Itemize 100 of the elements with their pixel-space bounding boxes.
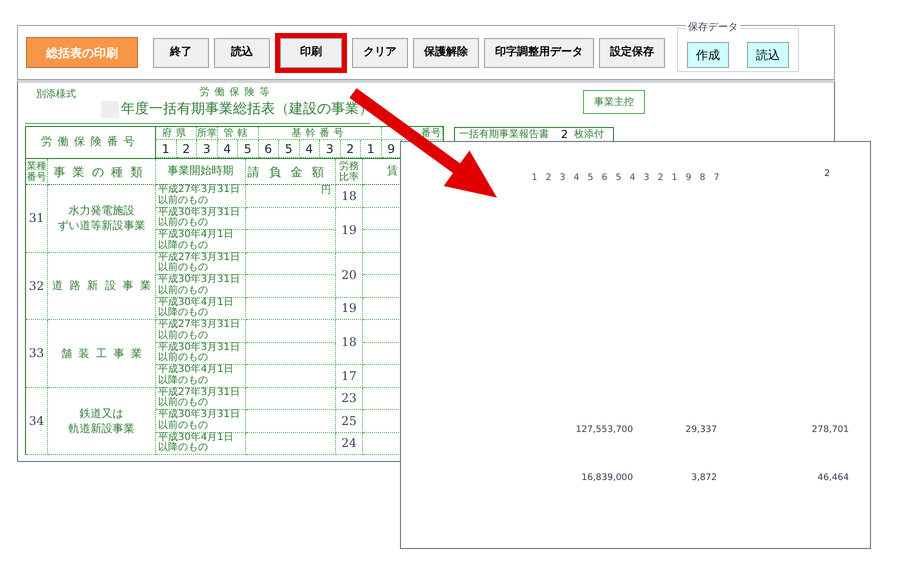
start-date: 平成30年4月1日 [158,298,234,308]
industry-number: 31 [28,210,44,228]
toolbar-button[interactable]: クリア [352,38,408,68]
preview-digit: 1 [671,172,678,185]
copy-button[interactable]: 事業主控 [583,90,645,114]
preview-value: 29,337 [684,424,717,436]
digit-cell: 3 [320,140,340,158]
labor-rate: 25 [341,412,357,430]
report-label: 一括有期事業報告書 [459,129,549,141]
column-header: 労務比率 [339,160,359,182]
start-date: 平成27年3月31日 [158,252,241,263]
column-header: 請負金額 [247,164,334,180]
business-type: 軌道新設事業 [68,420,134,436]
start-note: 以前のもの [158,196,209,206]
start-note: 以降のもの [158,240,209,252]
sheet-heading: 労働保険等 [200,86,274,99]
labor-rate: 24 [341,435,357,452]
labor-rate: 23 [341,390,357,408]
report-count: 2 [561,129,568,141]
toolbar-button[interactable]: 終了 [153,38,209,68]
start-note: 以前のもの [158,353,209,364]
start-date: 平成30年4月1日 [158,365,234,376]
labor-rate: 19 [341,222,357,238]
start-date: 平成27年3月31日 [158,320,241,330]
column-header: 賃 [387,163,398,180]
column-header: 事業開始時期 [168,163,234,180]
start-date: 平成30年4月1日 [158,432,234,443]
start-note: 以前のもの [158,330,209,342]
business-type: 水力発電施設 [68,203,134,218]
business-type: 舗装工事業 [60,346,149,361]
labor-rate: 17 [341,368,357,385]
start-date: 平成30年3月31日 [158,410,241,420]
start-note: 以降のもの [158,376,209,386]
insurance-number-label: 労働保険番号 [41,134,140,150]
preview-count: 2 [824,168,830,181]
preview-digit: 5 [615,172,622,185]
toolbar-button[interactable]: 設定保存 [599,38,665,68]
business-type: 道路新設事業 [52,278,158,294]
preview-digit: 9 [685,172,692,185]
number-group-label: 府県 [162,128,190,138]
start-note: 以前のもの [158,286,209,296]
toolbar-button[interactable]: 保護解除 [413,38,479,68]
preview-value: 278,701 [810,424,849,436]
preview-value: 127,553,700 [574,424,633,436]
digit-cell: 5 [279,140,300,158]
digit-cell: 5 [238,140,258,158]
column-header: 業種番号 [26,160,46,182]
digit-cell: 4 [300,140,320,158]
toolbar-button[interactable]: 読込 [214,38,270,68]
industry-number: 32 [28,278,44,295]
preview-digit: 3 [643,172,650,185]
number-group-label: 管轄 [224,128,252,138]
group-title: 保存データ [686,20,740,34]
preview-digit: 5 [587,172,594,185]
number-group-label: 所掌 [196,128,217,138]
preview-digit: 7 [713,172,720,185]
number-group-label: 基幹番号 [292,128,348,138]
labor-rate: 18 [341,188,357,205]
preview-digit: 8 [699,172,706,185]
amount-unit: 円 [321,185,331,197]
start-note: 以降のもの [158,308,209,318]
business-type: 鉄道又は [80,406,124,421]
form-label: 別添様式 [36,89,77,102]
start-date: 平成30年4月1日 [158,230,234,240]
preview-value: 46,464 [816,472,849,485]
toolbar-button[interactable]: 印字調整用データ [484,38,594,68]
save-data-button[interactable]: 作成 [687,42,729,68]
number-group-label: 番号 [421,128,441,138]
industry-number: 34 [28,412,44,430]
preview-value: 3,872 [690,472,717,485]
start-note: 以前のもの [158,263,209,274]
digit-cell: 6 [258,140,279,158]
start-date: 平成30年3月31日 [158,208,241,218]
preview-digit: 2 [657,172,664,185]
start-date: 平成30年3月31日 [158,342,241,353]
labor-rate: 19 [341,300,357,318]
preview-value: 16,839,000 [580,472,633,485]
industry-number: 33 [28,345,44,362]
start-date: 平成27年3月31日 [158,388,241,398]
digit-cell: 1 [361,140,382,158]
save-data-button[interactable]: 読込 [747,42,789,68]
labor-rate: 20 [341,266,357,284]
digit-cell: 3 [197,140,218,158]
digit-cell: 1 [156,140,176,158]
digit-cell: 2 [340,140,361,158]
report-suffix: 枚添付 [574,129,604,141]
start-date: 平成30年3月31日 [158,275,241,286]
start-note: 以前のもの [158,420,209,432]
start-note: 以降のもの [158,443,209,454]
preview-digit: 4 [573,172,580,185]
preview-digit: 4 [629,172,636,185]
digit-cell: 4 [218,140,238,158]
preview-digit: 3 [559,172,566,185]
start-note: 以前のもの [158,218,209,228]
preview-digit: 2 [545,172,552,185]
preview-digit: 1 [531,172,538,185]
preview-digit: 6 [601,172,608,185]
start-note: 以前のもの [158,398,209,408]
column-header: 事業の種類 [54,164,150,180]
business-type: ずい道等新設事業 [58,218,146,234]
